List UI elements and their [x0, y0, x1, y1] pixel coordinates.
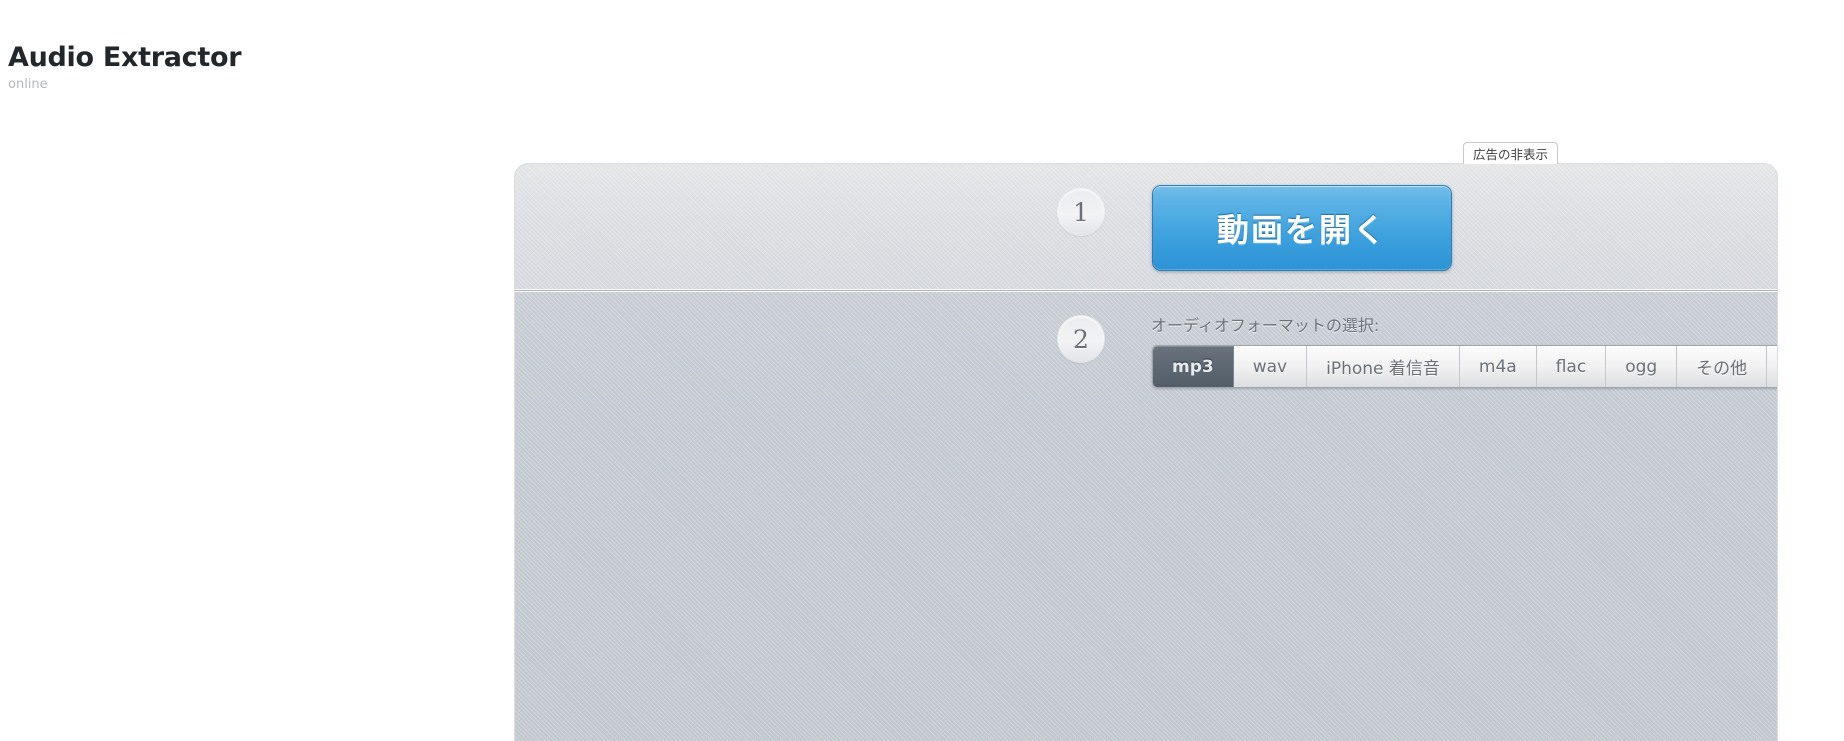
hide-ads-label: 広告の非表示	[1473, 148, 1549, 162]
format-tab-group[interactable]: mp3 wav iPhone 着信音 m4a flac ogg その他	[1152, 345, 1777, 388]
format-tab-iphone-ringtone[interactable]: iPhone 着信音	[1307, 346, 1460, 387]
page-subtitle: online	[8, 77, 48, 93]
step-2-number: 2	[1058, 316, 1104, 362]
format-stepper[interactable]	[1767, 346, 1777, 387]
format-tab-label: mp3	[1172, 356, 1214, 377]
open-video-button[interactable]: 動画を開く	[1152, 185, 1452, 271]
format-tab-ogg[interactable]: ogg	[1606, 346, 1678, 387]
open-video-label: 動画を開く	[1216, 211, 1387, 249]
step-1-number: 1	[1058, 189, 1104, 235]
format-tab-flac[interactable]: flac	[1537, 346, 1607, 387]
app-panel: 1 動画を開く 2 オーディオフォーマットの選択: mp3 wav iPhone…	[515, 164, 1777, 741]
site-header: Audio Extractor online	[8, 42, 408, 93]
format-tab-label: iPhone 着信音	[1326, 359, 1440, 379]
format-tab-wav[interactable]: wav	[1234, 346, 1308, 387]
format-tab-other[interactable]: その他	[1677, 346, 1768, 387]
step-2-row: 2 オーディオフォーマットの選択: mp3 wav iPhone 着信音 m4a…	[515, 291, 1777, 741]
format-tab-label: m4a	[1478, 356, 1517, 377]
panel-texture-top	[515, 164, 1777, 290]
page-title: Audio Extractor	[8, 42, 242, 73]
hide-ads-button[interactable]: 広告の非表示	[1463, 142, 1559, 164]
format-tab-m4a[interactable]: m4a	[1460, 346, 1537, 387]
format-tab-label: flac	[1555, 356, 1587, 377]
format-tab-mp3[interactable]: mp3	[1153, 346, 1234, 387]
step-1-row: 1 動画を開く	[515, 164, 1777, 291]
format-section-label: オーディオフォーマットの選択:	[1151, 316, 1380, 335]
format-tab-label: wav	[1252, 356, 1288, 377]
format-tab-label: その他	[1696, 359, 1748, 379]
format-tab-label: ogg	[1625, 356, 1658, 377]
